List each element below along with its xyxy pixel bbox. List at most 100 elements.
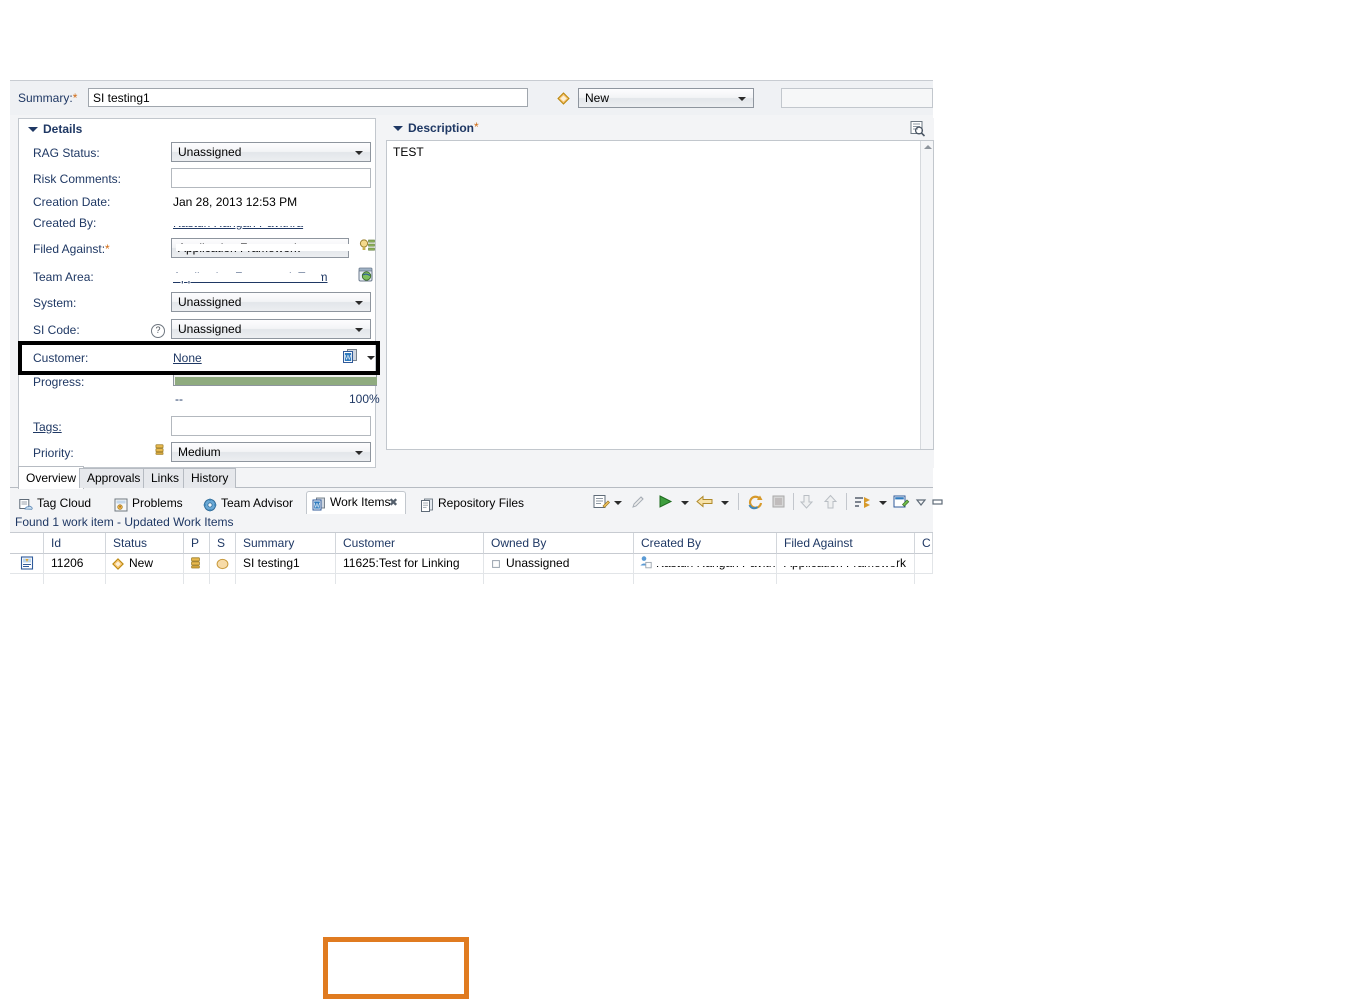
view-menu-icon[interactable] [914, 494, 928, 511]
tab-approvals[interactable]: Approvals [79, 468, 149, 488]
edit-pencil-icon[interactable] [630, 494, 647, 511]
view-tab-tag-cloud[interactable]: Tag Cloud [14, 493, 106, 514]
question-mark-icon[interactable]: ? [151, 324, 165, 338]
risk-comments-label: Risk Comments: [33, 172, 122, 186]
new-work-item-icon[interactable] [893, 494, 910, 511]
table-row-owned-by-cell[interactable]: Unassigned [484, 554, 634, 574]
team-area-icon[interactable] [357, 266, 376, 284]
view-tab-bar: Tag Cloud Problems Team Advisor W Work I… [10, 490, 570, 514]
chevron-down-icon[interactable] [367, 356, 375, 360]
back-arrow-icon[interactable] [696, 494, 714, 511]
table-row-status-cell[interactable]: New [106, 554, 184, 574]
col-header-c[interactable]: C [915, 533, 933, 554]
customer-column-highlight [323, 937, 469, 999]
triangle-down-icon [28, 127, 38, 132]
summary-label-text: Summary: [18, 91, 73, 105]
view-tab-work-items[interactable]: W Work Items ✖ [306, 491, 406, 514]
customer-label: Customer: [33, 351, 89, 365]
view-toolbar [588, 490, 943, 515]
chevron-down-icon[interactable] [614, 501, 622, 505]
table-row-severity-cell[interactable] [210, 554, 236, 574]
minimize-icon[interactable] [931, 494, 945, 511]
work-items-view: Tag Cloud Problems Team Advisor W Work I… [10, 490, 943, 999]
severity-normal-icon [216, 558, 229, 570]
run-query-icon[interactable] [657, 494, 674, 511]
close-icon[interactable]: ✖ [389, 496, 398, 509]
table-row-customer[interactable]: 11625:Test for Linking [336, 554, 484, 574]
new-query-icon[interactable] [593, 494, 610, 511]
summary-extra-field[interactable] [781, 88, 933, 108]
triangle-down-icon [393, 126, 403, 131]
priority-combo[interactable]: Medium [171, 442, 371, 462]
state-combo[interactable]: New [578, 88, 754, 108]
table-row-owned-by: Unassigned [506, 556, 570, 570]
tags-input[interactable] [171, 416, 371, 436]
table-row-c-cell[interactable] [915, 554, 933, 574]
description-section-header[interactable]: Description * [384, 118, 934, 140]
col-header-created-by[interactable]: Created By [634, 533, 777, 554]
table-row-priority-cell[interactable] [184, 554, 210, 574]
col-header-priority[interactable]: P [184, 533, 210, 554]
creation-date-value: Jan 28, 2013 12:53 PM [173, 195, 298, 209]
col-header-owned-by[interactable]: Owned By [484, 533, 634, 554]
details-section-header[interactable]: Details [19, 119, 375, 141]
progress-bar [173, 373, 377, 386]
customer-picker-icon[interactable]: W [342, 348, 359, 365]
view-tab-label: Team Advisor [221, 496, 294, 510]
table-row-filed-against-cell[interactable]: Application Framework [777, 554, 915, 574]
created-by-value[interactable]: Kasturi Rangan Pavithra [170, 216, 316, 230]
chevron-down-icon[interactable] [681, 501, 689, 505]
details-panel: Details RAG Status: Unassigned Risk Comm… [18, 118, 380, 468]
col-header-summary[interactable]: Summary [236, 533, 336, 554]
table-row-id[interactable]: 11206 [44, 554, 106, 574]
col-header-status[interactable]: Status [106, 533, 184, 554]
chevron-down-icon[interactable] [721, 501, 729, 505]
filed-against-combo[interactable]: Application Framework [171, 238, 354, 258]
editor-tab-bar: Overview Approvals Links History [10, 466, 933, 489]
summary-required-star: * [72, 91, 78, 105]
table-row-created-by-cell[interactable]: Kasturi Rangan Pavithra [634, 554, 777, 574]
team-area-value[interactable]: Application Framework Team [171, 270, 328, 284]
description-preview-icon[interactable] [909, 120, 926, 137]
description-body[interactable]: TEST [386, 140, 934, 450]
col-header-severity[interactable]: S [210, 533, 236, 554]
col-header-customer[interactable]: Customer [336, 533, 484, 554]
progress-percent-label: 100% [349, 392, 380, 406]
summary-label: Summary:* [18, 91, 77, 105]
table-row-type-icon-cell[interactable] [10, 554, 44, 574]
scroll-up-icon[interactable] [924, 145, 932, 149]
view-tab-repository-files[interactable]: Repository Files [415, 493, 535, 514]
tags-label[interactable]: Tags: [33, 420, 62, 434]
priority-value: Medium [178, 445, 221, 459]
filed-against-picker-icon[interactable] [359, 238, 376, 255]
state-value: New [585, 91, 610, 105]
view-tab-team-advisor[interactable]: Team Advisor [198, 493, 302, 514]
filed-against-label: Filed Against:* [33, 242, 110, 256]
stop-icon [772, 495, 785, 508]
rag-status-combo[interactable]: Unassigned [171, 142, 371, 162]
summary-input[interactable] [88, 88, 528, 107]
col-header-filed-against[interactable]: Filed Against [777, 533, 915, 554]
filed-against-value: Application Framework [178, 241, 301, 255]
description-scrollbar[interactable] [920, 141, 933, 449]
col-header-icon[interactable] [10, 533, 44, 554]
table-row-summary[interactable]: SI testing1 [236, 554, 336, 574]
col-header-id[interactable]: Id [44, 533, 106, 554]
tab-links[interactable]: Links [143, 468, 188, 488]
system-combo[interactable]: Unassigned [171, 292, 371, 312]
refresh-icon[interactable] [746, 494, 764, 511]
tab-overview[interactable]: Overview [18, 466, 85, 489]
risk-comments-input[interactable] [171, 168, 371, 188]
chevron-down-icon [355, 328, 363, 332]
progress-label: Progress: [33, 375, 85, 389]
diamond-state-icon [112, 558, 124, 570]
view-tab-problems[interactable]: Problems [109, 493, 195, 514]
chevron-down-icon[interactable] [879, 501, 887, 505]
sort-icon[interactable] [854, 494, 872, 511]
chevron-down-icon [333, 247, 341, 251]
svg-text:W: W [345, 354, 352, 361]
tab-history[interactable]: History [183, 468, 237, 488]
customer-value[interactable]: None [173, 351, 202, 365]
si-code-combo[interactable]: Unassigned [171, 319, 371, 339]
priority-label: Priority: [33, 446, 74, 460]
